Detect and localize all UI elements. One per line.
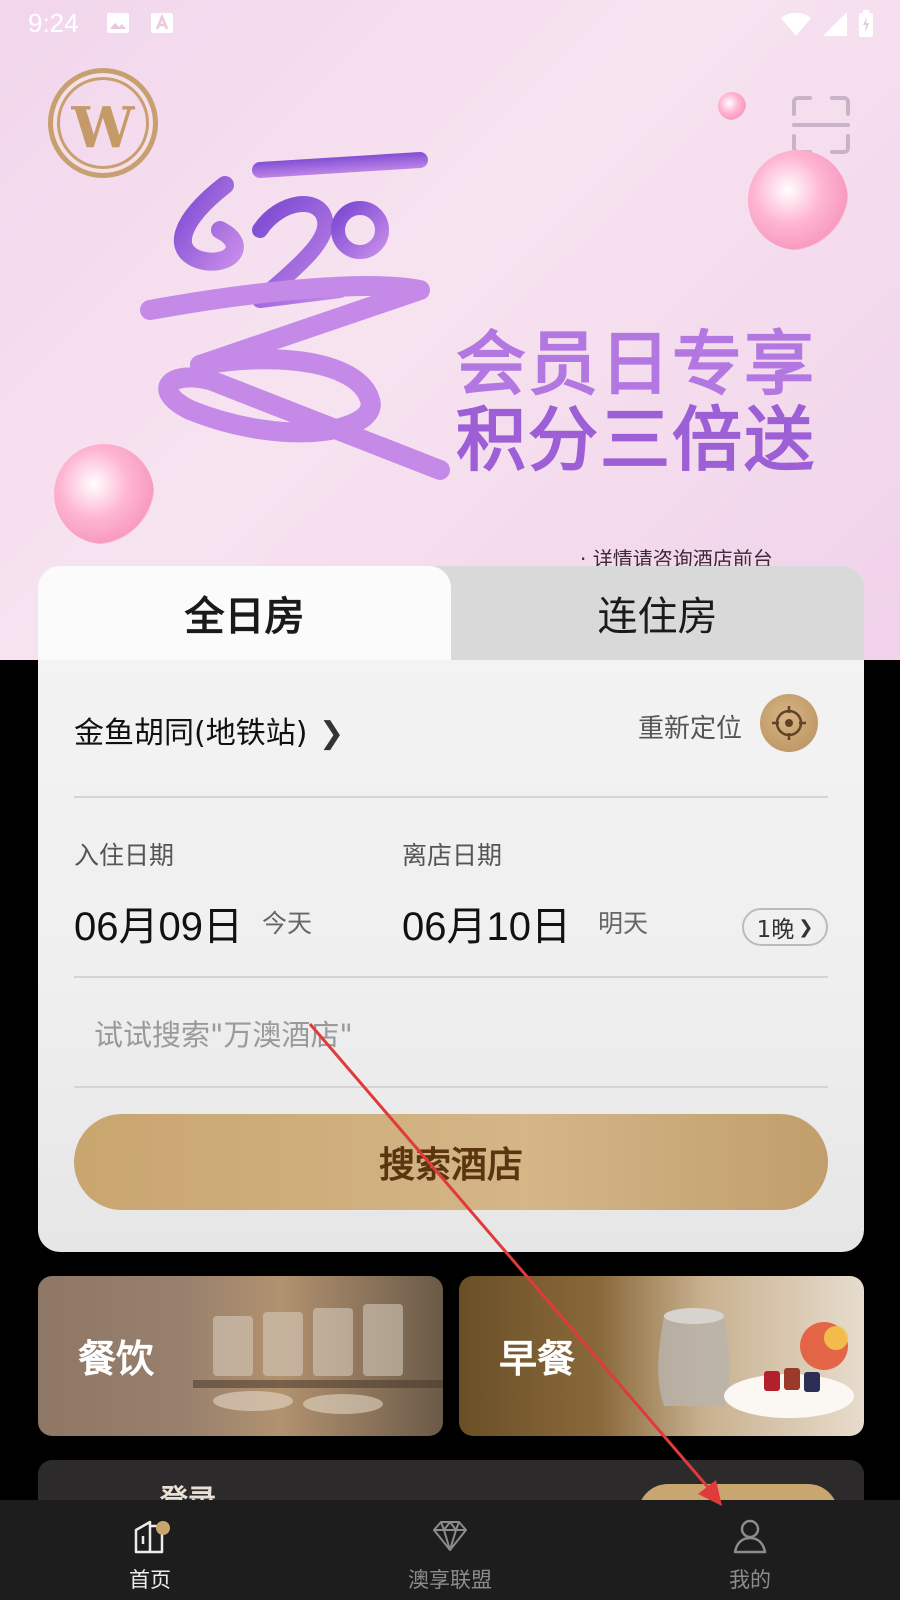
nav-profile[interactable]: 我的 — [600, 1500, 900, 1600]
nights-count: 1晚 — [756, 917, 795, 943]
checkin-date[interactable]: 06月09日 — [74, 894, 243, 952]
checkout-date[interactable]: 06月10日 — [402, 894, 571, 952]
promo-headline-line2: 积分三倍送 — [456, 399, 816, 481]
diamond-icon — [433, 1521, 467, 1551]
nav-alliance[interactable]: 澳享联盟 — [300, 1500, 600, 1600]
room-type-tabs: 全日房 连住房 — [38, 566, 864, 660]
battery-icon — [859, 10, 873, 37]
dining-tile[interactable]: 餐饮 — [38, 1276, 443, 1436]
chevron-right-icon: ❯ — [798, 916, 814, 938]
search-hotel-button[interactable]: 搜索酒店 — [74, 1114, 828, 1210]
nav-profile-label: 我的 — [729, 1568, 771, 1592]
scan-icon[interactable] — [790, 94, 852, 156]
wifi-icon — [781, 12, 811, 36]
breakfast-label: 早餐 — [499, 1337, 576, 1381]
bottom-nav: 首页 澳享联盟 我的 — [0, 1500, 900, 1600]
booking-card: 全日房 连住房 金鱼胡同(地铁站) ❯ 重新定位 入住日期 06月09日 今天 … — [38, 566, 864, 1252]
checkout-hint: 明天 — [598, 909, 649, 938]
breakfast-image — [658, 1308, 854, 1418]
hotel-search-input[interactable] — [74, 994, 828, 1076]
tab-full-day-room[interactable]: 全日房 — [38, 566, 451, 660]
status-time: 9:24 — [28, 8, 79, 38]
nav-home[interactable]: 首页 — [0, 1500, 300, 1600]
checkout-label: 离店日期 — [402, 841, 503, 870]
nav-home-label: 首页 — [129, 1568, 171, 1592]
font-icon — [151, 13, 173, 33]
user-icon — [733, 1519, 767, 1554]
home-icon — [134, 1520, 170, 1554]
location-name[interactable]: 金鱼胡同(地铁站) — [74, 708, 307, 752]
location-selector[interactable]: 金鱼胡同(地铁站) ❯ 重新定位 — [74, 686, 828, 776]
relocate-label[interactable]: 重新定位 — [638, 708, 742, 745]
signal-icon — [823, 12, 847, 36]
promo-headline: 会员日专享 积分三倍送 — [456, 326, 816, 478]
relocate-button[interactable] — [760, 694, 818, 752]
heart-decoration — [718, 92, 746, 120]
divider — [74, 976, 828, 978]
nights-badge[interactable]: 1晚 ❯ — [742, 908, 828, 946]
crosshair-icon — [772, 706, 806, 740]
divider — [74, 796, 828, 798]
dining-label: 餐饮 — [78, 1337, 155, 1381]
checkin-label: 入住日期 — [74, 841, 175, 870]
tab-extended-stay-room[interactable]: 连住房 — [451, 566, 864, 660]
promo-headline-line1: 会员日专享 — [456, 323, 816, 405]
checkin-hint: 今天 — [262, 909, 313, 938]
breakfast-tile[interactable]: 早餐 — [459, 1276, 864, 1436]
chevron-right-icon: ❯ — [319, 716, 345, 751]
buffet-image — [193, 1304, 443, 1414]
heart-decoration — [748, 150, 848, 250]
status-bar: 9:24 — [0, 0, 900, 48]
promo-banner[interactable]: W 会员日专享 积分三倍送 · 详情请咨询酒店前台 — [0, 0, 900, 660]
nav-alliance-label: 澳享联盟 — [408, 1568, 492, 1592]
image-icon — [107, 13, 129, 33]
promo-520-artwork — [140, 152, 450, 480]
divider — [74, 1086, 828, 1088]
